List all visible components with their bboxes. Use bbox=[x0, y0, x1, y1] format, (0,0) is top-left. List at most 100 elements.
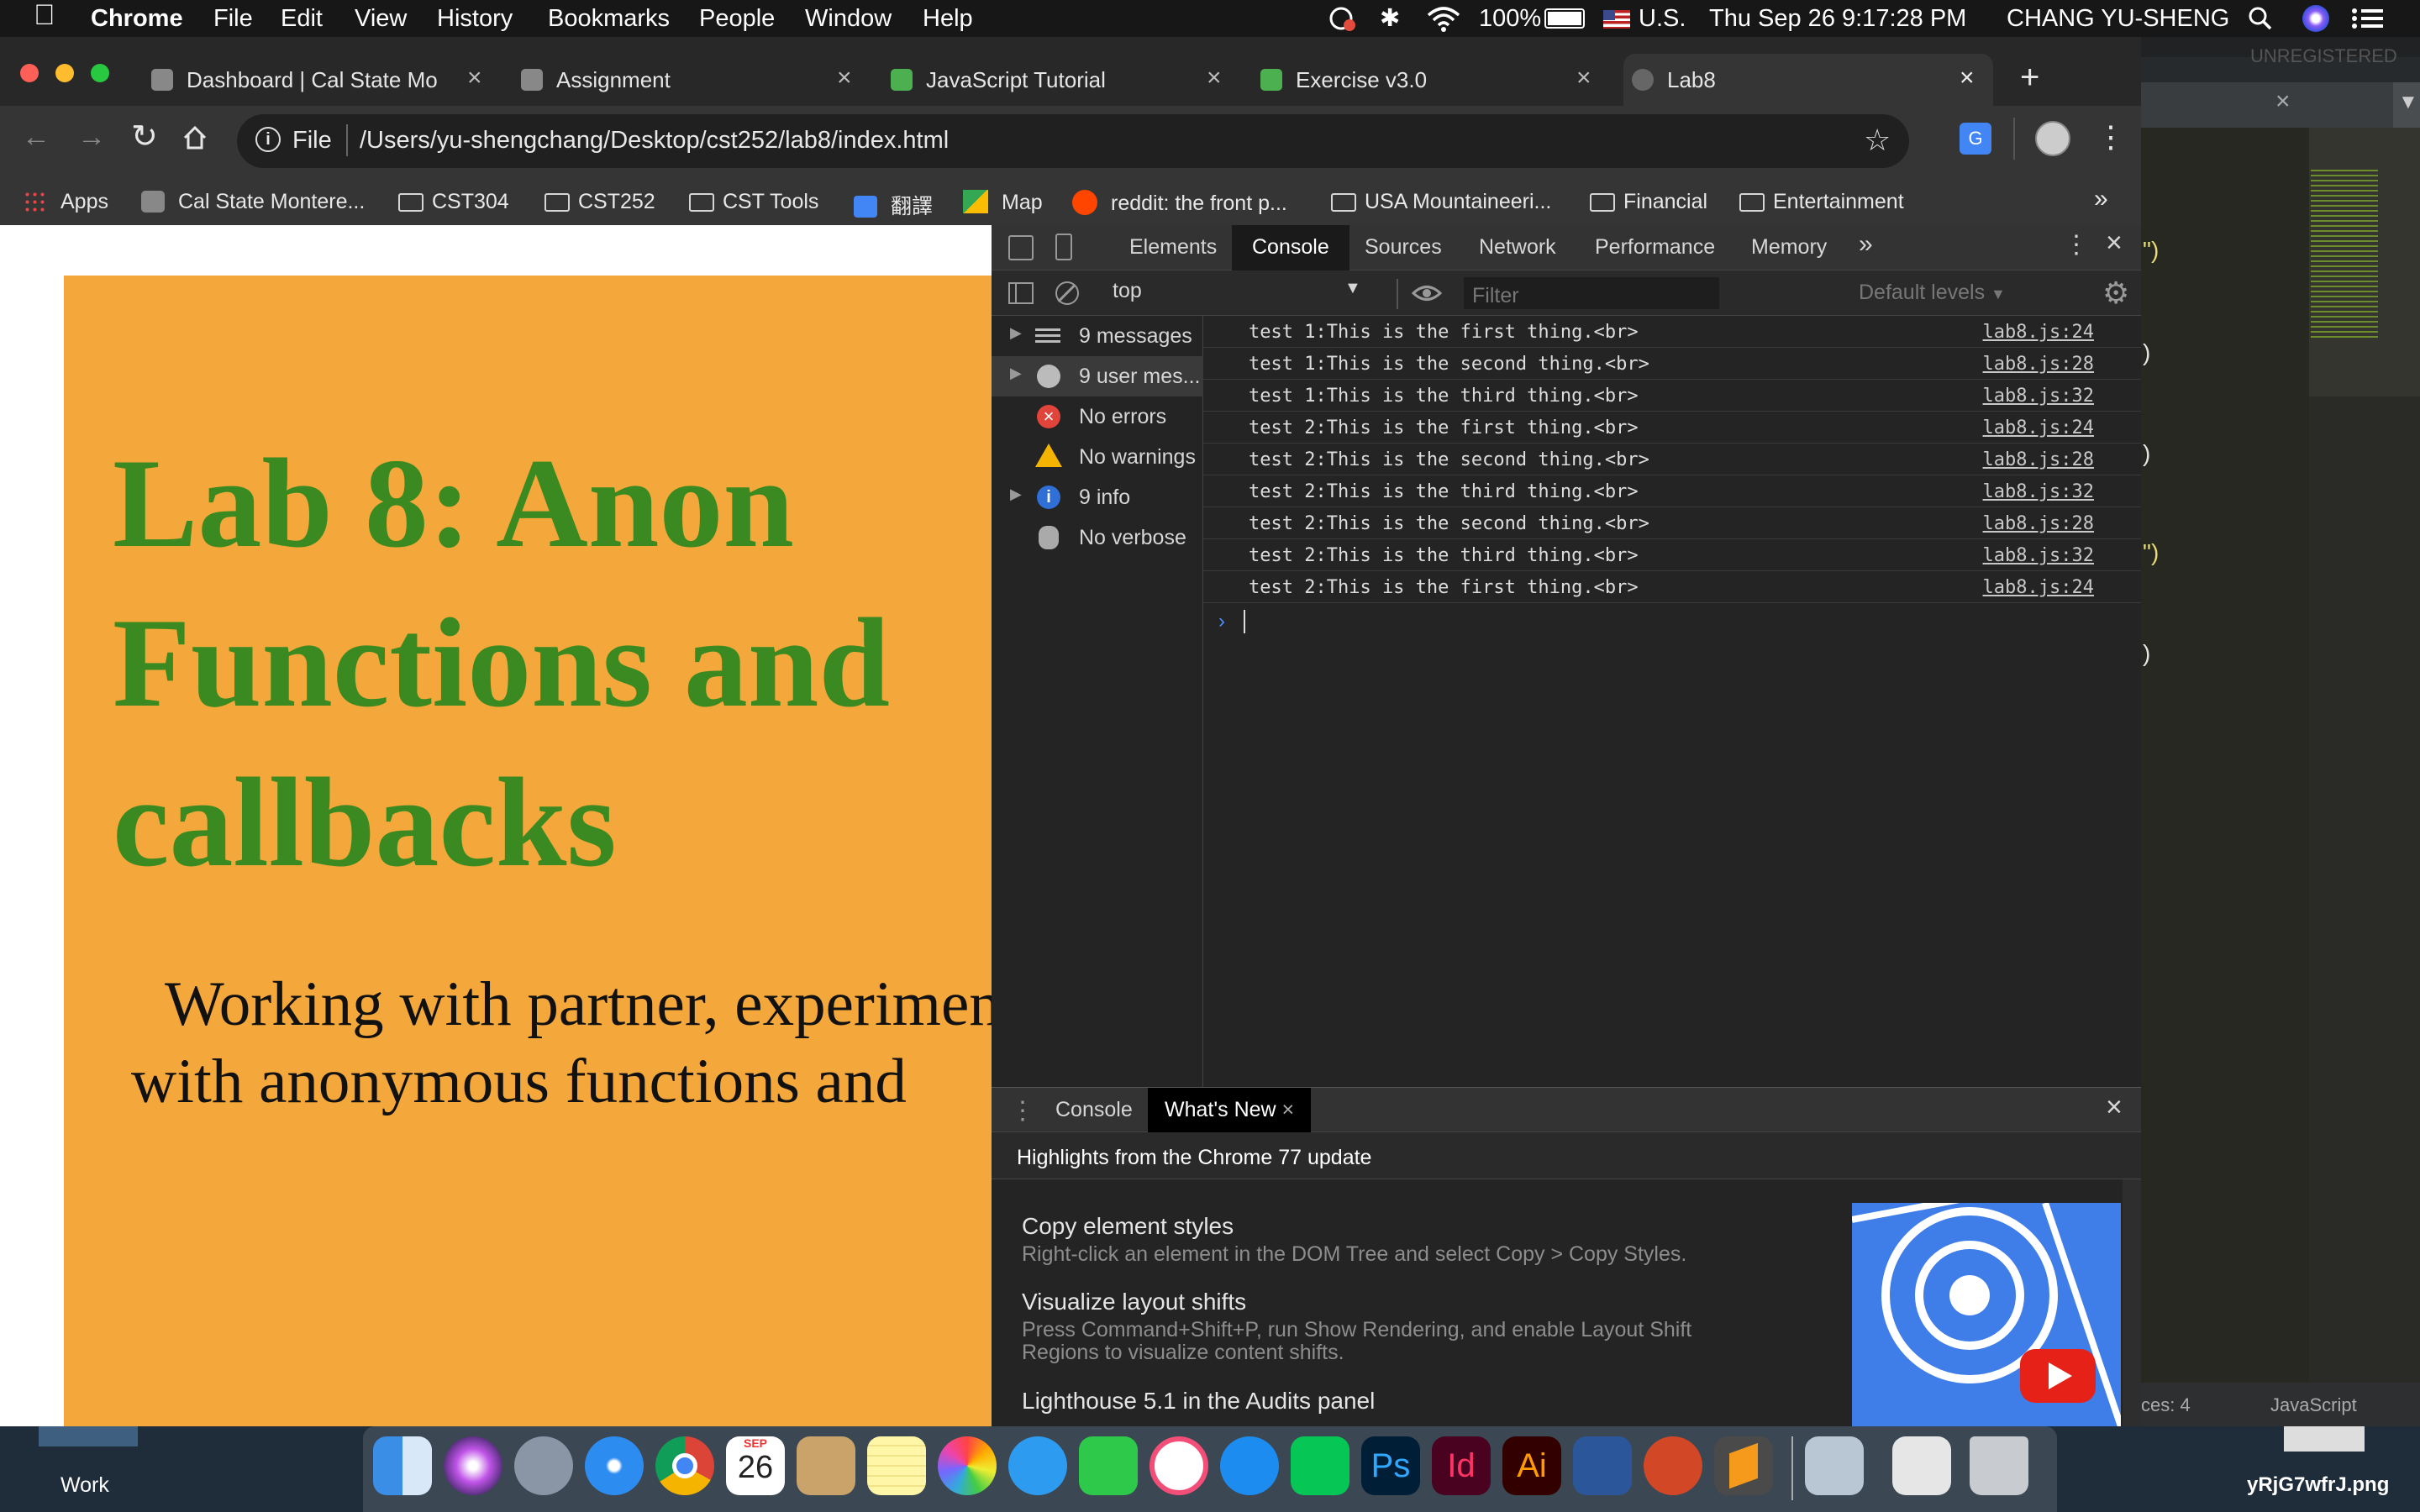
tab-assignment[interactable]: Assignment × bbox=[513, 54, 865, 106]
line-icon[interactable] bbox=[1291, 1436, 1349, 1495]
drawer-scrollbar[interactable] bbox=[2123, 1179, 2141, 1426]
bookmark-cal-state[interactable]: Cal State Montere... bbox=[141, 190, 365, 214]
close-icon[interactable]: × bbox=[2275, 87, 2291, 116]
finder-icon[interactable] bbox=[373, 1436, 432, 1495]
filter-input[interactable]: Filter bbox=[1464, 277, 1719, 309]
apple-icon[interactable]:  bbox=[34, 0, 55, 30]
sidebar-item-errors[interactable]: × No errors bbox=[992, 396, 1203, 437]
close-tab-icon[interactable]: × bbox=[1282, 1098, 1295, 1121]
bookmarks-overflow-icon[interactable]: » bbox=[2094, 185, 2108, 213]
tab-elements[interactable]: Elements bbox=[1129, 235, 1217, 260]
word-icon[interactable] bbox=[1573, 1436, 1632, 1495]
messages-icon[interactable] bbox=[1008, 1436, 1067, 1495]
address-bar[interactable]: i File /Users/yu-shengchang/Desktop/cst2… bbox=[237, 114, 1909, 168]
drawer-tab-whats-new[interactable]: What's New × bbox=[1148, 1088, 1312, 1133]
log-source-link[interactable]: lab8.js:28 bbox=[1983, 449, 2094, 470]
notes-icon[interactable] bbox=[867, 1436, 926, 1495]
profile-avatar[interactable] bbox=[2035, 121, 2070, 156]
close-tab-icon[interactable]: × bbox=[1576, 64, 1591, 92]
trash-icon[interactable] bbox=[1970, 1436, 2028, 1495]
feature-title[interactable]: Lighthouse 5.1 in the Audits panel bbox=[1022, 1388, 1375, 1415]
bookmark-cst304[interactable]: CST304 bbox=[398, 190, 509, 214]
bookmark-cst-tools[interactable]: CST Tools bbox=[689, 190, 818, 214]
zoom-window-button[interactable] bbox=[91, 64, 109, 82]
bookmark-star-icon[interactable]: ☆ bbox=[1864, 123, 1891, 158]
chrome-menu-icon[interactable]: ⋮ bbox=[2096, 119, 2126, 155]
close-tab-icon[interactable]: × bbox=[1207, 64, 1222, 92]
settings-gear-icon[interactable]: ⚙ bbox=[2102, 276, 2129, 311]
editor-minimap[interactable] bbox=[2309, 128, 2420, 1421]
close-tab-icon[interactable]: × bbox=[467, 64, 482, 92]
preview-icon[interactable] bbox=[797, 1436, 855, 1495]
bookmark-map[interactable]: Map bbox=[963, 190, 1043, 215]
context-select[interactable]: top ▼ bbox=[1113, 279, 1365, 307]
feature-title[interactable]: Copy element styles bbox=[1022, 1213, 1234, 1240]
launchpad-icon[interactable] bbox=[514, 1436, 573, 1495]
creative-cloud-icon[interactable] bbox=[1326, 3, 1360, 34]
notification-center-icon[interactable] bbox=[2349, 3, 2386, 34]
itunes-icon[interactable] bbox=[1150, 1436, 1208, 1495]
drawer-menu-icon[interactable]: ⋮ bbox=[1010, 1096, 1035, 1126]
url-text[interactable]: /Users/yu-shengchang/Desktop/cst252/lab8… bbox=[360, 127, 949, 155]
close-tab-icon[interactable]: × bbox=[1960, 64, 1975, 92]
app-store-icon[interactable] bbox=[1220, 1436, 1279, 1495]
bookmark-translate[interactable]: 翻譯 bbox=[854, 190, 933, 220]
input-source-label[interactable]: U.S. bbox=[1639, 3, 1686, 34]
device-toolbar-icon[interactable] bbox=[1055, 234, 1072, 260]
menu-help[interactable]: Help bbox=[923, 3, 973, 34]
whats-new-video-thumbnail[interactable] bbox=[1852, 1203, 2121, 1426]
chrome-icon[interactable] bbox=[655, 1436, 714, 1495]
tab-exercise[interactable]: Exercise v3.0 × bbox=[1252, 54, 1605, 106]
menu-history[interactable]: History bbox=[437, 3, 513, 34]
tab-dashboard[interactable]: Dashboard | Cal State Monte × bbox=[143, 54, 496, 106]
menu-file[interactable]: File bbox=[213, 3, 253, 34]
tab-console[interactable]: Console bbox=[1232, 225, 1349, 270]
log-source-link[interactable]: lab8.js:28 bbox=[1983, 513, 2094, 534]
status-syntax[interactable]: JavaScript bbox=[2270, 1394, 2357, 1416]
us-flag-icon[interactable] bbox=[1603, 10, 1630, 29]
photos-icon[interactable] bbox=[938, 1436, 997, 1495]
battery-icon[interactable] bbox=[1544, 8, 1585, 29]
close-drawer-icon[interactable]: × bbox=[2106, 1091, 2123, 1124]
log-source-link[interactable]: lab8.js:32 bbox=[1983, 386, 2094, 407]
bookmark-apps[interactable]: Apps bbox=[24, 190, 108, 214]
google-translate-icon[interactable]: G bbox=[1960, 123, 1991, 155]
menu-bookmarks[interactable]: Bookmarks bbox=[548, 3, 670, 34]
sidebar-item-verbose[interactable]: No verbose bbox=[992, 517, 1203, 558]
menu-clock[interactable]: Thu Sep 26 9:17:28 PM bbox=[1709, 3, 1966, 34]
calendar-icon[interactable]: SEP 26 bbox=[726, 1436, 785, 1495]
tab-network[interactable]: Network bbox=[1479, 235, 1556, 260]
illustrator-icon[interactable]: Ai bbox=[1502, 1436, 1561, 1495]
expand-arrow-icon[interactable]: ▶ bbox=[1010, 365, 1022, 382]
more-tabs-icon[interactable]: » bbox=[1859, 230, 1873, 259]
feature-title[interactable]: Visualize layout shifts bbox=[1022, 1289, 1246, 1315]
log-source-link[interactable]: lab8.js:24 bbox=[1983, 417, 2094, 438]
photoshop-icon[interactable]: Ps bbox=[1361, 1436, 1420, 1495]
log-levels-select[interactable]: Default levels ▼ bbox=[1859, 281, 2006, 305]
desktop-file-name[interactable]: yRjG7wfrJ.png bbox=[2247, 1473, 2389, 1497]
reload-button[interactable]: ↻ bbox=[131, 118, 158, 155]
home-button[interactable] bbox=[182, 124, 208, 151]
forward-button[interactable]: → bbox=[77, 121, 106, 154]
facetime-icon[interactable] bbox=[1079, 1436, 1138, 1495]
documents-folder-icon[interactable] bbox=[1892, 1436, 1951, 1495]
sidebar-item-messages[interactable]: ▶ 9 messages bbox=[992, 316, 1203, 356]
menu-user-name[interactable]: CHANG YU-SHENG bbox=[2007, 3, 2229, 34]
close-tab-icon[interactable]: × bbox=[837, 64, 852, 92]
expand-arrow-icon[interactable]: ▶ bbox=[1010, 324, 1022, 342]
bookmark-entertainment[interactable]: Entertainment bbox=[1739, 190, 1904, 214]
log-source-link[interactable]: lab8.js:24 bbox=[1983, 577, 2094, 598]
minimize-window-button[interactable] bbox=[55, 64, 74, 82]
log-source-link[interactable]: lab8.js:32 bbox=[1983, 481, 2094, 502]
bookmark-cst252[interactable]: CST252 bbox=[544, 190, 655, 214]
inspect-element-icon[interactable] bbox=[1008, 235, 1034, 260]
clear-console-icon[interactable] bbox=[1055, 281, 1079, 305]
spotlight-search-icon[interactable] bbox=[2247, 3, 2274, 34]
status-indentation[interactable]: ces: 4 bbox=[2141, 1394, 2191, 1416]
drawer-tab-console[interactable]: Console bbox=[1055, 1098, 1133, 1122]
image-capture-icon[interactable] bbox=[1805, 1436, 1864, 1495]
eye-icon[interactable] bbox=[1411, 281, 1443, 306]
sublime-text-icon[interactable] bbox=[1714, 1436, 1773, 1495]
new-tab-button[interactable]: + bbox=[2020, 59, 2039, 97]
powerpoint-icon[interactable] bbox=[1644, 1436, 1702, 1495]
